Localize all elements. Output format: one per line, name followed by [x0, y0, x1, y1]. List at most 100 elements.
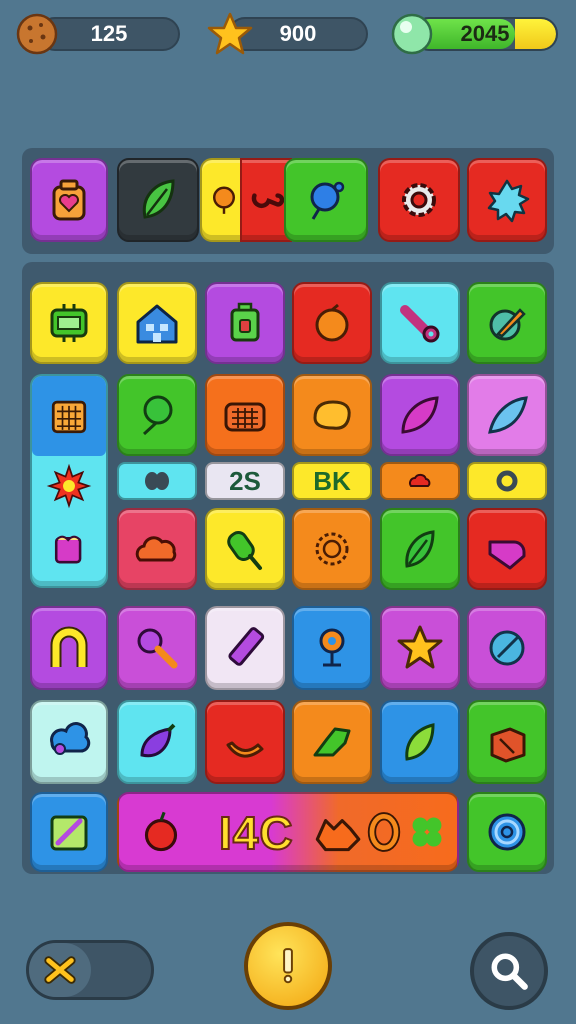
- chip-counter[interactable]: 2S: [205, 462, 285, 500]
- sun-slot: [32, 456, 106, 516]
- tile-edit-note[interactable]: [30, 792, 108, 872]
- combo-bar[interactable]: I4C: [117, 792, 459, 872]
- eggplant-icon: [140, 723, 176, 758]
- tile-house[interactable]: [117, 282, 197, 364]
- key-icon: [137, 628, 178, 669]
- tile-lime-leaf[interactable]: [380, 700, 460, 784]
- queue-tile-splat[interactable]: [467, 158, 547, 242]
- robot-icon: [50, 304, 88, 342]
- bk-chip-label: BK: [313, 465, 351, 496]
- crate-icon: [490, 727, 526, 763]
- magnifier-icon: [491, 953, 528, 990]
- tile-tall-stack[interactable]: [30, 374, 108, 588]
- chip-mask[interactable]: [117, 462, 197, 500]
- tile-spiral[interactable]: [467, 792, 547, 872]
- balloon-icon: [142, 395, 173, 436]
- cheese-icon: [313, 400, 351, 430]
- queue-tile-heart-jar[interactable]: [30, 158, 108, 242]
- chip-ring[interactable]: [467, 462, 547, 500]
- tile-pin[interactable]: [292, 606, 372, 690]
- sun-icon: [46, 463, 92, 509]
- tile-compass[interactable]: [467, 606, 547, 690]
- tile-orange[interactable]: [292, 282, 372, 364]
- tile-key[interactable]: [117, 606, 197, 690]
- lime-leaf-icon: [405, 723, 435, 761]
- coin-count: 125: [90, 21, 128, 46]
- queue-tile-gear[interactable]: [378, 158, 460, 242]
- popsicle-icon: [227, 531, 262, 570]
- dino-icon: [313, 727, 351, 757]
- energy-value: 2045: [460, 21, 510, 46]
- tile-eggplant[interactable]: [117, 700, 197, 784]
- tile-crayon[interactable]: [205, 606, 285, 690]
- tile-green-leaf[interactable]: [380, 508, 460, 590]
- shuffle-icon: [44, 956, 76, 984]
- compass-icon: [489, 630, 525, 666]
- purple-leaf-icon: [401, 396, 439, 434]
- counter-chip-label: 2S: [229, 465, 261, 496]
- edit-note-icon: [50, 815, 88, 851]
- magnet-icon: [50, 626, 88, 667]
- tile-banana[interactable]: [205, 700, 285, 784]
- orange-fruit-icon: [315, 303, 349, 342]
- blob-icon: [50, 722, 91, 755]
- cookie-coin-icon: [16, 13, 58, 55]
- combo-text: I4C: [218, 806, 294, 860]
- heart-box-icon: [488, 540, 526, 570]
- wrench-icon: [400, 305, 440, 343]
- calendar-icon: [51, 400, 87, 434]
- pin-icon: [319, 628, 345, 667]
- sunburst-icon: [315, 532, 349, 566]
- ring-icon: [496, 470, 518, 492]
- tile-star[interactable]: [380, 606, 460, 690]
- battery-icon: [230, 302, 260, 342]
- tile-robot[interactable]: [30, 282, 108, 364]
- search-button[interactable]: [470, 932, 548, 1010]
- chip-cloud[interactable]: [380, 462, 460, 500]
- star-icon: [207, 12, 253, 55]
- tile-cheese[interactable]: [292, 374, 372, 456]
- banana-icon: [226, 741, 264, 758]
- chip-bk[interactable]: BK: [292, 462, 372, 500]
- gold-star-icon: [397, 625, 443, 669]
- tile-battery[interactable]: [205, 282, 285, 364]
- tile-cloud[interactable]: [117, 508, 197, 590]
- tile-blob[interactable]: [30, 700, 108, 784]
- tile-wrench[interactable]: [380, 282, 460, 364]
- tile-heart-box[interactable]: [467, 508, 547, 590]
- energy-fill-end: [514, 19, 556, 49]
- tile-sunburst[interactable]: [292, 508, 372, 590]
- hint-button[interactable]: [244, 922, 332, 1010]
- tile-feather[interactable]: [467, 374, 547, 456]
- mask-icon: [145, 472, 169, 490]
- tile-dino[interactable]: [292, 700, 372, 784]
- star-count: 900: [279, 21, 317, 46]
- queue-tile-berry[interactable]: [284, 158, 368, 242]
- blue-berry-icon: [310, 181, 345, 220]
- tile-pencil-badge[interactable]: [467, 282, 547, 364]
- green-gem-icon: [391, 13, 433, 55]
- tile-magnet[interactable]: [30, 606, 108, 690]
- crayon-icon: [228, 627, 265, 666]
- tile-balloon[interactable]: [117, 374, 197, 456]
- green-leaf-icon: [405, 530, 435, 568]
- gear-icon: [402, 183, 436, 217]
- heart-jar-icon: [52, 179, 86, 221]
- feather-icon: [488, 396, 528, 434]
- radio-icon: [224, 402, 266, 432]
- tile-purple-leaf[interactable]: [380, 374, 460, 456]
- clover-icon: [412, 817, 442, 847]
- shuffle-toggle[interactable]: [26, 940, 154, 1000]
- pencil-badge-icon: [489, 308, 526, 341]
- coin-pill: 125: [38, 17, 180, 51]
- spiral-icon: [488, 813, 526, 851]
- cake-slot: [32, 516, 106, 576]
- calendar-slot: [32, 376, 106, 456]
- house-icon: [136, 304, 178, 344]
- queue-tile-leaf[interactable]: [117, 158, 199, 242]
- apple-icon: [144, 811, 178, 852]
- tile-popsicle[interactable]: [205, 508, 285, 590]
- tile-radio[interactable]: [205, 374, 285, 456]
- cake-icon: [54, 535, 82, 564]
- tile-crate[interactable]: [467, 700, 547, 784]
